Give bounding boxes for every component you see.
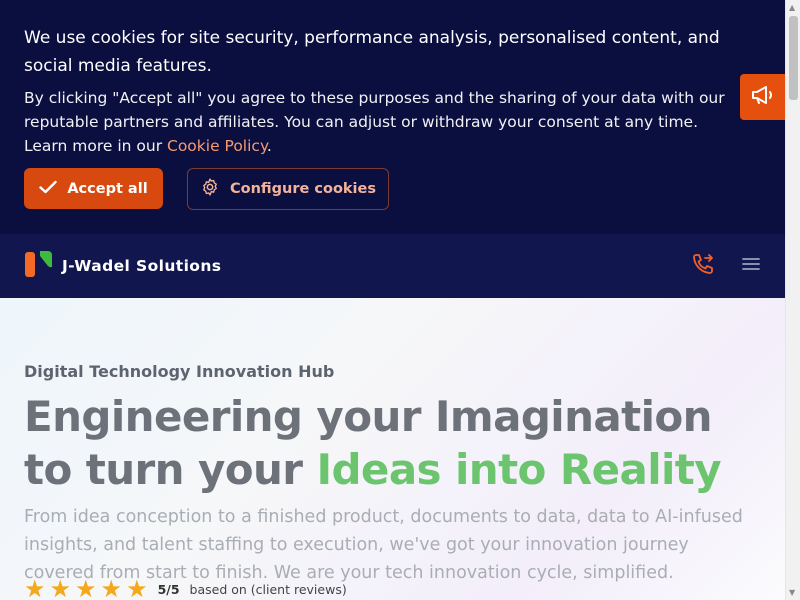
feedback-tab[interactable]: [740, 74, 785, 120]
gear-icon: [200, 177, 220, 201]
headline-highlight: Ideas into Reality: [316, 445, 722, 494]
scroll-up-arrow-icon[interactable]: ▲: [789, 3, 795, 12]
cookie-buttons: Accept all Configure cookies: [24, 168, 389, 210]
star-icon: ★: [24, 575, 46, 600]
menu-icon[interactable]: [741, 256, 761, 276]
logo-mark-icon: [24, 250, 54, 282]
check-icon: [39, 180, 58, 198]
star-icon: ★: [75, 575, 97, 600]
star-icon: ★: [100, 575, 123, 600]
rating-score: 5/5: [157, 581, 180, 597]
hero-section: Digital Technology Innovation Hub Engine…: [0, 298, 785, 600]
accept-all-label: Accept all: [67, 180, 148, 197]
megaphone-icon: [750, 83, 776, 111]
phone-forward-icon[interactable]: [691, 252, 715, 280]
cookie-body-suffix: .: [266, 137, 272, 155]
cookie-policy-link[interactable]: Cookie Policy: [167, 137, 267, 155]
hero-headline: Engineering your Imagination to turn you…: [24, 390, 764, 496]
brand-logo[interactable]: J-Wadel Solutions: [24, 250, 221, 282]
cookie-banner: We use cookies for site security, perfor…: [0, 0, 785, 234]
configure-cookies-button[interactable]: Configure cookies: [187, 168, 389, 210]
scroll-down-arrow-icon[interactable]: ▼: [789, 588, 795, 597]
star-icon: ★: [49, 575, 72, 600]
brand-name: J-Wadel Solutions: [62, 257, 222, 275]
star-icon: ★: [126, 575, 148, 600]
cookie-body-text: By clicking "Accept all" you agree to th…: [24, 89, 725, 155]
configure-cookies-label: Configure cookies: [229, 181, 376, 197]
accept-all-button[interactable]: Accept all: [24, 168, 163, 209]
hero-eyebrow: Digital Technology Innovation Hub: [24, 362, 335, 381]
cookie-body: By clicking "Accept all" you agree to th…: [24, 86, 744, 158]
scrollbar[interactable]: ▲ ▼: [785, 0, 800, 600]
cookie-heading: We use cookies for site security, perfor…: [24, 28, 720, 76]
nav-actions: [691, 252, 761, 280]
rating-label: based on (client reviews): [189, 581, 347, 597]
rating: ★ ★ ★ ★ ★ 5/5 based on (client reviews): [24, 575, 347, 600]
top-navbar: J-Wadel Solutions: [0, 234, 785, 298]
scroll-thumb[interactable]: [789, 16, 798, 100]
